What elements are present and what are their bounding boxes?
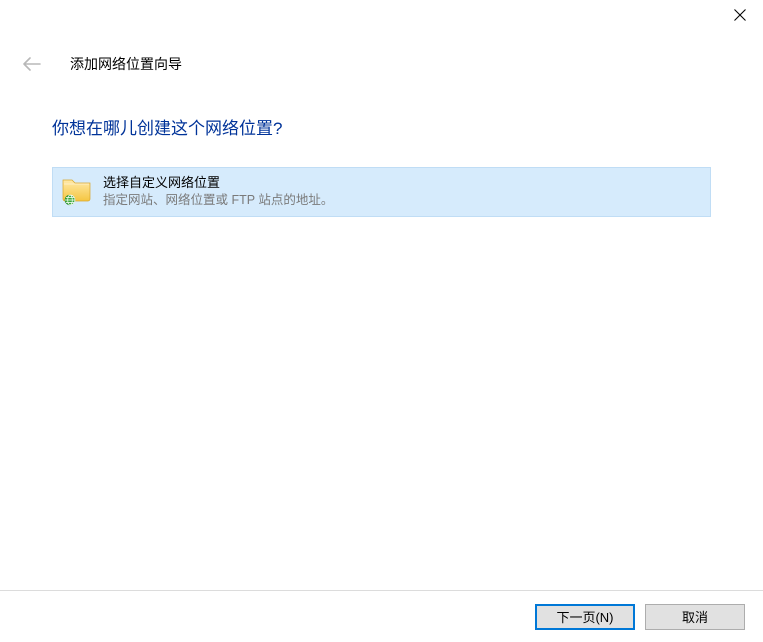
folder-network-icon [61,174,93,206]
wizard-title: 添加网络位置向导 [70,54,182,74]
option-text: 选择自定义网络位置 指定网站、网络位置或 FTP 站点的地址。 [103,174,333,210]
page-heading: 你想在哪儿创建这个网络位置? [52,114,711,139]
back-button [20,52,44,76]
cancel-button[interactable]: 取消 [645,604,745,630]
titlebar [0,0,763,36]
footer: 下一页(N) 取消 [0,590,763,642]
header-row: 添加网络位置向导 [0,36,763,76]
next-button[interactable]: 下一页(N) [535,604,635,630]
option-title: 选择自定义网络位置 [103,174,333,192]
option-description: 指定网站、网络位置或 FTP 站点的地址。 [103,192,333,210]
close-button[interactable] [717,0,763,30]
arrow-left-icon [23,57,41,71]
content-area: 你想在哪儿创建这个网络位置? 选择自定义网络位置 指定网站、网络位置或 FTP … [0,76,763,217]
close-icon [734,9,746,21]
option-custom-network-location[interactable]: 选择自定义网络位置 指定网站、网络位置或 FTP 站点的地址。 [52,167,711,217]
